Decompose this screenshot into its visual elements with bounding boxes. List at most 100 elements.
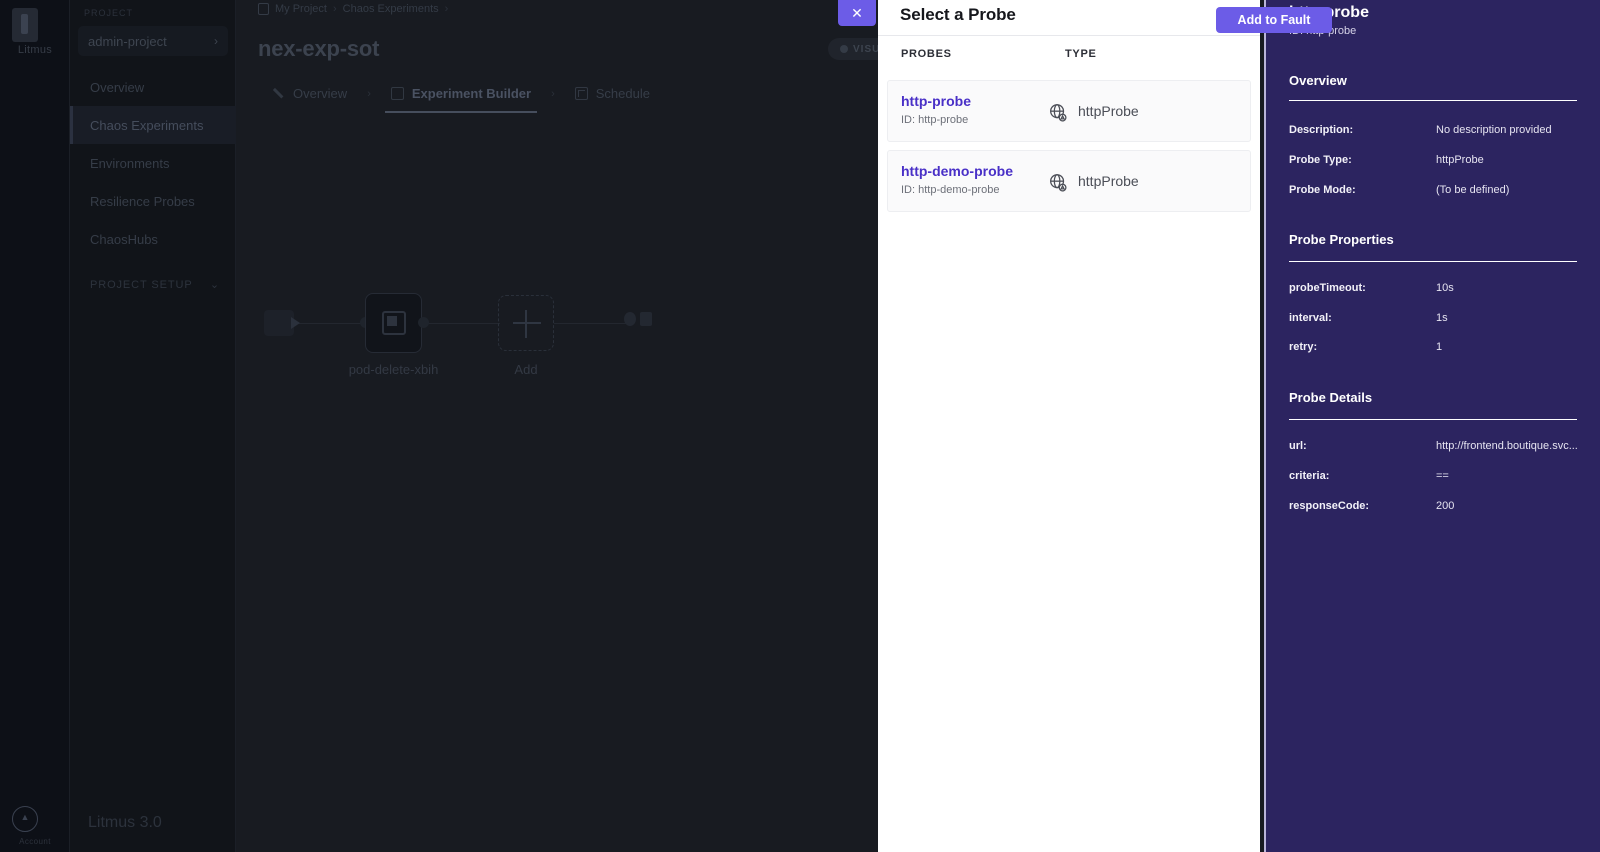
detail-section-rule [1289,419,1577,420]
visual-badge-dot-icon [840,45,848,53]
tab-separator: › [367,87,371,100]
detail-value: 200 [1436,500,1455,512]
account-avatar-icon[interactable] [12,806,38,832]
detail-key: probeTimeout: [1289,282,1366,294]
column-header-type: TYPE [1065,48,1097,60]
detail-key: interval: [1289,312,1332,324]
chevron-down-icon: ⌄ [209,279,220,291]
breadcrumb: My Project › Chaos Experiments › [258,3,448,15]
tab-label: Overview [293,86,348,101]
column-header-probes: PROBES [901,48,952,60]
sidebar-version-label: Litmus 3.0 [88,814,162,831]
detail-section-details-heading: Probe Details [1289,390,1373,405]
edge-connector [294,323,366,324]
globe-probe-icon [1047,172,1069,194]
tab-label: Experiment Builder [411,86,532,101]
pencil-icon [269,84,287,102]
sidebar-item-label: ChaosHubs [90,231,158,247]
sidebar-section-project-setup[interactable]: PROJECT SETUP ⌄ [90,278,220,292]
detail-value: == [1436,470,1449,482]
probe-list-header: PROBES TYPE [878,36,1260,72]
modal-title: Select a Probe [900,5,1016,24]
breadcrumb-separator-2: › [444,3,449,15]
detail-section-overview-heading: Overview [1289,73,1347,88]
canvas-add-node-button[interactable] [498,295,554,351]
detail-value: (To be defined) [1436,184,1510,196]
litmus-logo-icon [12,8,38,42]
detail-value: 1s [1436,312,1448,324]
detail-key: url: [1289,440,1307,452]
chevron-right-icon: › [214,34,218,48]
probe-id: ID: http-demo-probe [901,184,1000,196]
detail-value: httpProbe [1436,154,1484,166]
probe-name: http-demo-probe [901,163,1013,179]
sidebar-item-resilience-probes[interactable]: Resilience Probes [70,182,236,220]
page-title: nex-exp-sot [258,36,380,61]
sidebar-section-label: PROJECT SETUP [90,278,193,291]
detail-section-rule [1289,100,1577,101]
sidebar-item-overview[interactable]: Overview [70,68,236,106]
builder-icon [390,87,404,100]
breadcrumb-item-chaos-experiments[interactable]: Chaos Experiments [343,3,439,15]
probe-list: http-probe ID: http-probe httpProbe http… [887,80,1251,220]
canvas-end-node[interactable] [624,312,652,326]
detail-key: criteria: [1289,470,1330,482]
fault-node-label: pod-delete-xbih [348,362,439,377]
app-root: Litmus Account PROJECT admin-project › O… [0,0,1600,852]
detail-value: 1 [1436,341,1443,353]
close-modal-button[interactable]: ✕ [838,0,876,26]
globe-probe-icon [1047,102,1069,124]
detail-key: retry: [1289,341,1318,353]
fault-icon [382,311,406,335]
sidebar-item-chaoshubs[interactable]: ChaosHubs [70,220,236,258]
edge-connector [554,323,626,324]
node-output-port[interactable] [418,317,429,328]
detail-value: http://frontend.boutique.svc... [1436,440,1578,452]
probe-list-item[interactable]: http-probe ID: http-probe httpProbe [887,80,1251,142]
calendar-icon [574,87,588,100]
probe-type: httpProbe [1078,173,1139,189]
probe-name: http-probe [901,93,971,109]
probe-id: ID: http-probe [901,114,969,126]
tab-label: Schedule [595,86,650,101]
detail-section-rule [1289,261,1577,262]
detail-section-properties-heading: Probe Properties [1289,232,1394,247]
project-name: admin-project [88,33,167,49]
add-node-label: Add [514,362,538,377]
probe-detail-panel: http-probe ID: http-probe Overview Descr… [1264,0,1600,852]
probe-list-item[interactable]: http-demo-probe ID: http-demo-probe http… [887,150,1251,212]
project-selector[interactable]: admin-project › [78,26,228,56]
sidebar-item-label: Environments [90,155,170,171]
detail-key: responseCode: [1289,500,1370,512]
canvas-fault-node[interactable] [365,293,422,353]
project-icon [258,3,269,15]
litmus-logo-label: Litmus [17,44,53,56]
sidebar-item-environments[interactable]: Environments [70,144,236,182]
tab-schedule[interactable]: Schedule [561,78,664,109]
global-rail: Litmus Account [0,0,70,852]
probe-type: httpProbe [1078,103,1139,119]
sidebar-item-label: Overview [90,79,145,95]
sidebar-nav: Overview Chaos Experiments Environments … [70,68,236,258]
tab-overview[interactable]: Overview [258,78,361,109]
detail-key: Description: [1289,124,1354,136]
sidebar-item-chaos-experiments[interactable]: Chaos Experiments [70,106,236,144]
detail-value: 10s [1436,282,1454,294]
breadcrumb-separator: › [332,3,337,15]
sidebar-item-label: Resilience Probes [90,193,195,209]
account-label: Account [19,837,51,846]
tab-separator-2: › [551,87,555,100]
canvas-start-node[interactable] [264,310,300,336]
detail-key: Probe Type: [1289,154,1352,166]
sidebar-item-label: Chaos Experiments [90,117,204,133]
tab-experiment-builder[interactable]: Experiment Builder [377,78,545,113]
detail-value: No description provided [1436,124,1552,136]
add-to-fault-button[interactable]: Add to Fault [1216,7,1332,33]
edge-connector [422,323,500,324]
sidebar: PROJECT admin-project › Overview Chaos E… [70,0,236,852]
sidebar-project-label: PROJECT [84,8,134,18]
tab-bar: Overview › Experiment Builder › Schedule [258,78,664,113]
detail-key: Probe Mode: [1289,184,1356,196]
breadcrumb-item-project[interactable]: My Project [275,3,327,15]
select-probe-modal: Select a Probe PROBES TYPE http-probe ID… [878,0,1260,852]
